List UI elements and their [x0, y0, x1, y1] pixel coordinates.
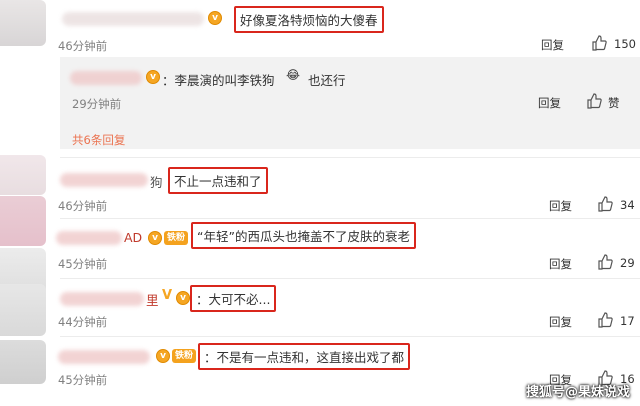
- avatar[interactable]: [0, 196, 46, 246]
- avatar[interactable]: [0, 284, 46, 336]
- like-count: 29: [620, 256, 635, 270]
- like-count: 34: [620, 198, 635, 212]
- comment-time: 46分钟前: [58, 39, 108, 53]
- comment-text: ：大可不必...: [190, 285, 277, 312]
- reply-button[interactable]: 回复: [538, 95, 561, 111]
- comment-text: 好像夏洛特烦恼的大傻春: [234, 6, 384, 33]
- username-blurred[interactable]: [60, 292, 144, 306]
- username-blurred[interactable]: [70, 71, 142, 85]
- username-blurred[interactable]: [56, 231, 122, 245]
- like-count[interactable]: 赞: [608, 95, 620, 111]
- thumbs-up-icon[interactable]: [597, 196, 613, 212]
- comment-time: 45分钟前: [58, 373, 108, 387]
- like-count: 17: [620, 314, 635, 328]
- username-blurred[interactable]: [60, 173, 148, 187]
- expand-replies-link[interactable]: 共6条回复: [72, 132, 125, 148]
- verified-badge-icon: v: [156, 349, 170, 363]
- username-suffix[interactable]: 狗: [150, 172, 163, 191]
- divider: [60, 278, 640, 279]
- fan-badge: 铁粉: [172, 349, 197, 363]
- reply-button[interactable]: 回复: [549, 256, 572, 272]
- avatar[interactable]: [0, 0, 46, 46]
- fan-badge: 铁粉: [164, 231, 189, 245]
- reply-button[interactable]: 回复: [541, 37, 564, 53]
- username-blurred[interactable]: [58, 350, 150, 364]
- comment-text: “年轻”的西瓜头也掩盖不了皮肤的衰老: [191, 222, 416, 249]
- username-blurred[interactable]: [62, 12, 204, 26]
- avatar[interactable]: [0, 340, 46, 384]
- username-suffix[interactable]: 里: [146, 290, 159, 309]
- watermark: 搜狐号@果妹说戏: [525, 385, 630, 400]
- comment-time: 46分钟前: [58, 199, 108, 213]
- reply-text-tail: 也还行: [308, 73, 346, 88]
- reply-button[interactable]: 回复: [549, 314, 572, 330]
- verified-badge-icon: v: [176, 291, 190, 305]
- laughing-emoji-icon: 😂: [286, 68, 301, 82]
- thumbs-up-icon[interactable]: [591, 35, 607, 51]
- comment-time: 29分钟前: [72, 97, 122, 111]
- verified-badge-icon: v: [208, 11, 222, 25]
- divider: [60, 157, 640, 158]
- divider: [60, 218, 640, 219]
- thumbs-up-icon[interactable]: [597, 254, 613, 270]
- comment-text: ：不是有一点违和，这直接出戏了都: [198, 343, 411, 370]
- avatar[interactable]: [0, 155, 46, 195]
- thumbs-up-icon[interactable]: [586, 93, 602, 109]
- divider: [60, 336, 640, 337]
- reply-text: ：李晨演的叫李铁狗: [162, 73, 275, 88]
- vip-v-icon: V: [162, 288, 173, 303]
- verified-badge-icon: v: [146, 70, 160, 84]
- comment-time: 44分钟前: [58, 315, 108, 329]
- reply-button[interactable]: 回复: [549, 198, 572, 214]
- comment-time: 45分钟前: [58, 257, 108, 271]
- thumbs-up-icon[interactable]: [597, 312, 613, 328]
- like-count: 150: [614, 37, 636, 51]
- comment-text: 不止一点违和了: [168, 167, 268, 194]
- username-suffix[interactable]: AD: [124, 230, 142, 245]
- verified-badge-icon: v: [148, 231, 162, 245]
